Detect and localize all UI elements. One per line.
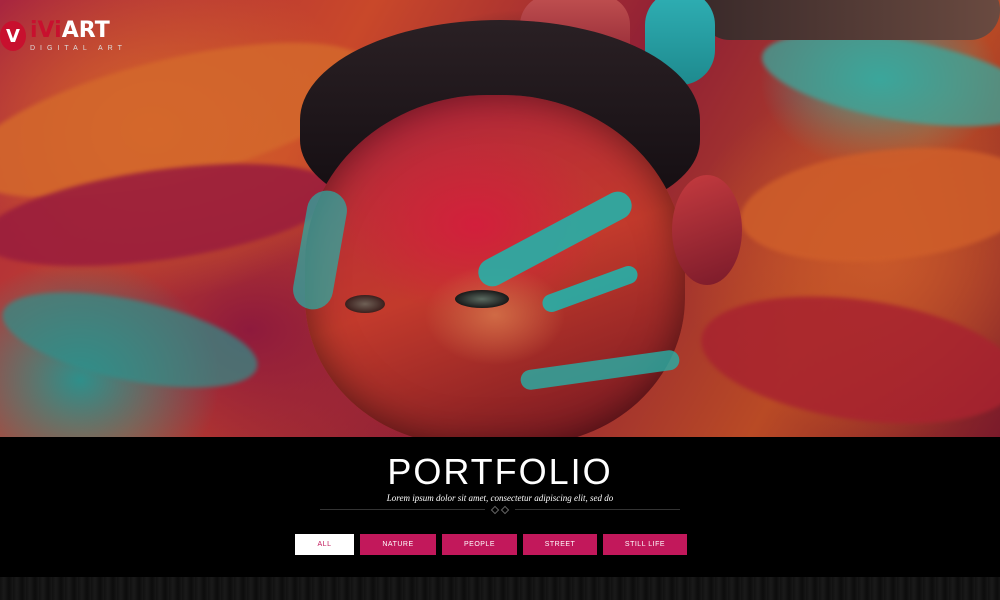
logo-subtitle: DIGITAL ART [30,45,127,52]
filter-all-button[interactable]: ALL [295,534,354,555]
bottom-texture-strip [0,577,1000,600]
hero-image [0,0,1000,437]
site-logo[interactable]: V iViART DIGITAL ART [0,20,127,52]
portfolio-section: PORTFOLIO Lorem ipsum dolor sit amet, co… [0,437,1000,577]
filter-still-life-button[interactable]: STILL LIFE [603,534,687,555]
divider-ornament-icon [485,505,515,515]
logo-mark-icon: V [0,21,26,51]
portfolio-filters: ALL NATURE PEOPLE STREET STILL LIFE [0,534,1000,555]
section-subtitle: Lorem ipsum dolor sit amet, consectetur … [386,493,614,503]
filter-nature-button[interactable]: NATURE [360,534,436,555]
filter-street-button[interactable]: STREET [523,534,597,555]
logo-title: iViART [30,18,110,43]
filter-people-button[interactable]: PEOPLE [442,534,517,555]
section-title: PORTFOLIO [387,451,613,492]
